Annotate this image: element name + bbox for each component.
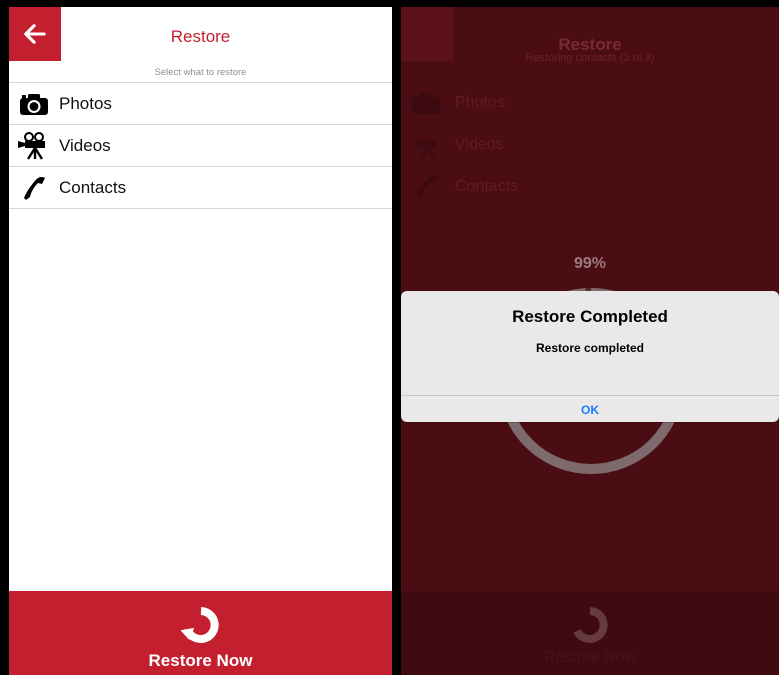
alert-title: Restore Completed xyxy=(512,307,668,326)
alert-ok-button[interactable]: OK xyxy=(401,395,779,423)
progress-status: Restoring contacts (3 of 3) xyxy=(525,52,655,64)
restore-now-label: Restore Now xyxy=(543,649,637,666)
list-item-photos[interactable]: Photos xyxy=(9,83,392,125)
phone-icon xyxy=(409,174,443,200)
restore-icon xyxy=(180,607,219,643)
restore-progress-screen: Restore Restoring contacts (3 of 3) Phot… xyxy=(401,7,779,675)
list-item-photos: Photos xyxy=(401,82,779,124)
page-title: Restore xyxy=(170,27,231,46)
list-item-contacts[interactable]: Contacts xyxy=(9,167,392,209)
list-item-videos[interactable]: Videos xyxy=(9,125,392,167)
alert-message: Restore completed xyxy=(535,341,645,355)
restore-options-list: Photos Videos Contacts xyxy=(9,82,392,209)
list-item-videos: Videos xyxy=(401,124,779,166)
restore-completed-alert: Restore Completed Restore completed OK xyxy=(401,291,779,422)
list-item-label: Contacts xyxy=(59,177,127,197)
list-item-contacts: Contacts xyxy=(401,166,779,208)
video-camera-icon xyxy=(409,131,443,159)
phone-icon xyxy=(17,174,51,202)
progress-percent: 99% xyxy=(573,255,607,272)
restore-now-button: Restore Now xyxy=(401,591,779,675)
camera-icon xyxy=(17,90,51,118)
list-item-label: Photos xyxy=(59,93,112,113)
list-item-label: Photos xyxy=(455,94,505,111)
restore-now-button[interactable]: Restore Now xyxy=(9,591,392,675)
restore-now-label: Restore Now xyxy=(148,651,253,670)
restore-icon xyxy=(573,607,608,643)
restore-options-list: Photos Videos Contacts xyxy=(401,82,779,208)
list-item-label: Videos xyxy=(455,136,504,153)
list-item-label: Videos xyxy=(59,135,111,155)
restore-screen: Restore Select what to restore Photos Vi… xyxy=(9,7,392,675)
list-item-label: Contacts xyxy=(455,178,519,195)
camera-icon xyxy=(409,91,443,115)
video-camera-icon xyxy=(17,131,51,160)
page-subtitle: Select what to restore xyxy=(154,67,247,78)
